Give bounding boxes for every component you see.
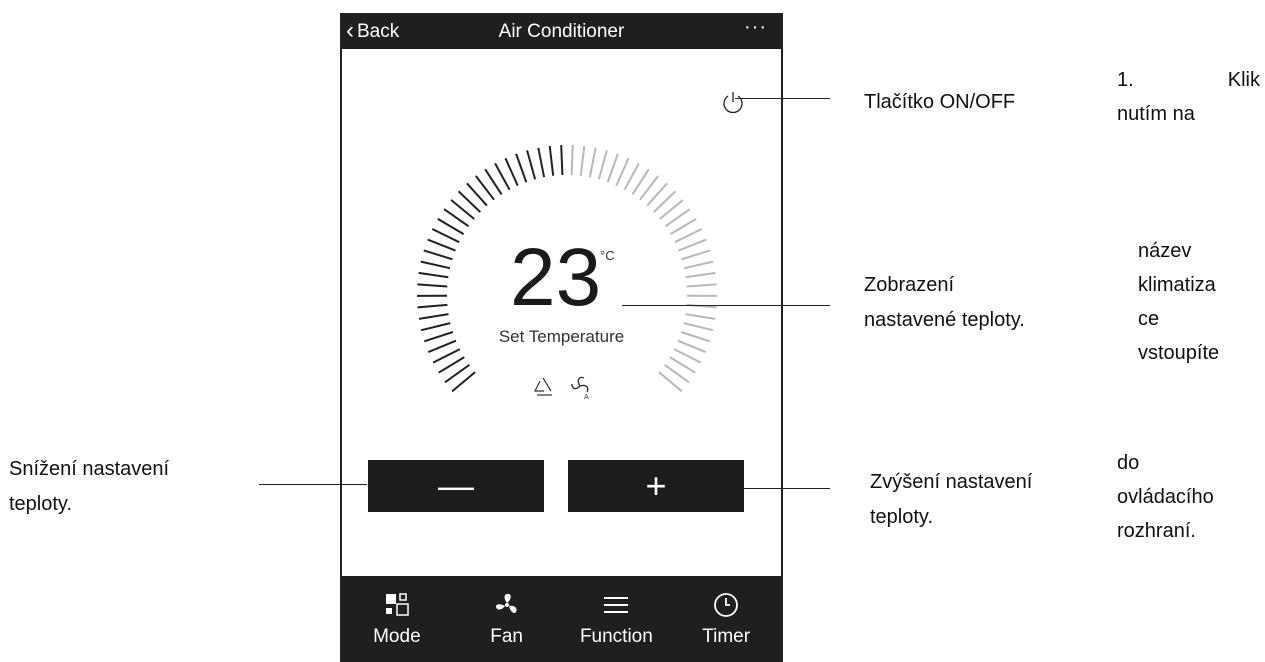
dial-tick bbox=[579, 145, 586, 176]
power-annotation-text: Tlačítko ON/OFF bbox=[864, 91, 1016, 113]
display-annotation-line1: Zobrazení bbox=[864, 274, 955, 296]
dial-tick bbox=[681, 249, 711, 261]
power-annotation: Tlačítko ON/OFF bbox=[864, 85, 1015, 120]
mode-icon bbox=[385, 593, 409, 616]
dial-tick bbox=[674, 228, 703, 244]
dial-tick bbox=[432, 348, 461, 364]
dial-tick bbox=[683, 260, 714, 270]
dial-tick bbox=[606, 153, 619, 183]
dial-tick bbox=[515, 153, 528, 183]
dial-tick bbox=[588, 147, 597, 178]
dial-tick bbox=[423, 249, 453, 261]
instruction-line: nutím na bbox=[1117, 103, 1195, 125]
tab-fan-label: Fan bbox=[490, 626, 523, 647]
set-temperature-label: Set Temperature bbox=[498, 327, 625, 346]
page-title: Air Conditioner bbox=[498, 21, 625, 42]
display-annotation: Zobrazení nastavené teploty. bbox=[864, 268, 1025, 338]
tab-function-label: Function bbox=[579, 626, 653, 647]
instruction-line: ce bbox=[1138, 308, 1160, 330]
dial-tick bbox=[560, 145, 564, 176]
power-icon[interactable] bbox=[720, 90, 746, 116]
increase-temperature-button[interactable]: + bbox=[568, 460, 744, 512]
tab-mode-label: Mode bbox=[373, 626, 421, 647]
dial-tick bbox=[615, 157, 630, 187]
dial-tick bbox=[504, 157, 519, 187]
fan-icon bbox=[495, 593, 517, 614]
dial-tick bbox=[417, 303, 448, 309]
display-callout-line bbox=[622, 305, 830, 306]
dial-tick bbox=[597, 150, 608, 180]
instruction-line: vstoupíte bbox=[1138, 342, 1220, 364]
decrease-annotation: Snížení nastavení teploty. bbox=[9, 452, 169, 522]
dial-tick bbox=[623, 162, 640, 191]
svg-text:A: A bbox=[584, 394, 589, 401]
dial-tick bbox=[673, 348, 702, 364]
tab-mode[interactable]: Mode bbox=[342, 576, 452, 662]
instruction-line: klimatiza bbox=[1138, 274, 1216, 296]
clock-icon bbox=[714, 593, 739, 617]
top-bar: ‹ Back Air Conditioner ··· bbox=[342, 15, 781, 49]
instruction-text-2: název klimatiza ce vstoupíte bbox=[1138, 234, 1219, 370]
dial-tick bbox=[418, 271, 449, 279]
instruction-line: rozhraní. bbox=[1117, 520, 1196, 542]
instruction-text-3: do ovládacího rozhraní. bbox=[1117, 446, 1214, 548]
instruction-line-1: 1. Klik bbox=[1117, 63, 1260, 97]
dial-tick bbox=[570, 145, 574, 176]
decrease-annotation-line2: teploty. bbox=[9, 493, 72, 515]
dial-tick bbox=[686, 283, 717, 288]
instruction-line: název bbox=[1138, 240, 1192, 262]
fan-auto-icon: A bbox=[571, 376, 589, 401]
instruction-step-number: 1. bbox=[1117, 69, 1134, 91]
menu-icon bbox=[604, 597, 629, 613]
mode-status-icons: A bbox=[534, 376, 589, 401]
tab-timer-label: Timer bbox=[702, 626, 751, 647]
dial-tick bbox=[431, 228, 460, 244]
tab-function[interactable]: Function bbox=[562, 576, 672, 662]
auto-mode-icon bbox=[534, 377, 552, 396]
display-annotation-line2: nastavené teploty. bbox=[864, 309, 1025, 331]
dial-tick bbox=[548, 145, 555, 176]
decrease-annotation-line1: Snížení nastavení bbox=[9, 458, 170, 480]
instruction-line: ovládacího bbox=[1117, 486, 1214, 508]
decrease-callout-line bbox=[259, 484, 367, 485]
dial-tick bbox=[678, 238, 707, 252]
tab-timer[interactable]: Timer bbox=[671, 576, 781, 662]
dial-tick bbox=[417, 283, 448, 288]
dial-tick bbox=[526, 150, 537, 180]
dial-tick bbox=[494, 162, 511, 191]
decrease-temperature-button[interactable]: — bbox=[368, 460, 544, 512]
tab-fan[interactable]: Fan bbox=[452, 576, 562, 662]
instruction-word-klik: Klik bbox=[1227, 69, 1260, 91]
phone-screen: ‹ Back Air Conditioner ··· 23 °C Set Tem… bbox=[340, 13, 783, 662]
increase-callout-line bbox=[742, 488, 830, 489]
more-options-button[interactable]: ··· bbox=[744, 16, 767, 39]
instruction-line: do bbox=[1117, 452, 1140, 474]
temperature-unit: °C bbox=[600, 248, 615, 263]
dial-tick bbox=[420, 260, 451, 270]
dial-tick bbox=[537, 147, 546, 178]
increase-annotation-line1: Zvýšení nastavení bbox=[870, 471, 1033, 493]
bottom-nav: Mode Fan Function Timer bbox=[342, 576, 781, 662]
dial-tick bbox=[427, 238, 456, 252]
increase-annotation: Zvýšení nastavení teploty. bbox=[870, 465, 1032, 535]
instruction-text: 1. Klik nutím na bbox=[1117, 63, 1260, 131]
dial-tick bbox=[418, 313, 449, 320]
dial-tick bbox=[685, 271, 716, 279]
dial-tick bbox=[685, 313, 716, 320]
increase-annotation-line2: teploty. bbox=[870, 506, 933, 528]
temperature-value: 23 bbox=[510, 232, 602, 323]
power-callout-line bbox=[735, 98, 830, 99]
